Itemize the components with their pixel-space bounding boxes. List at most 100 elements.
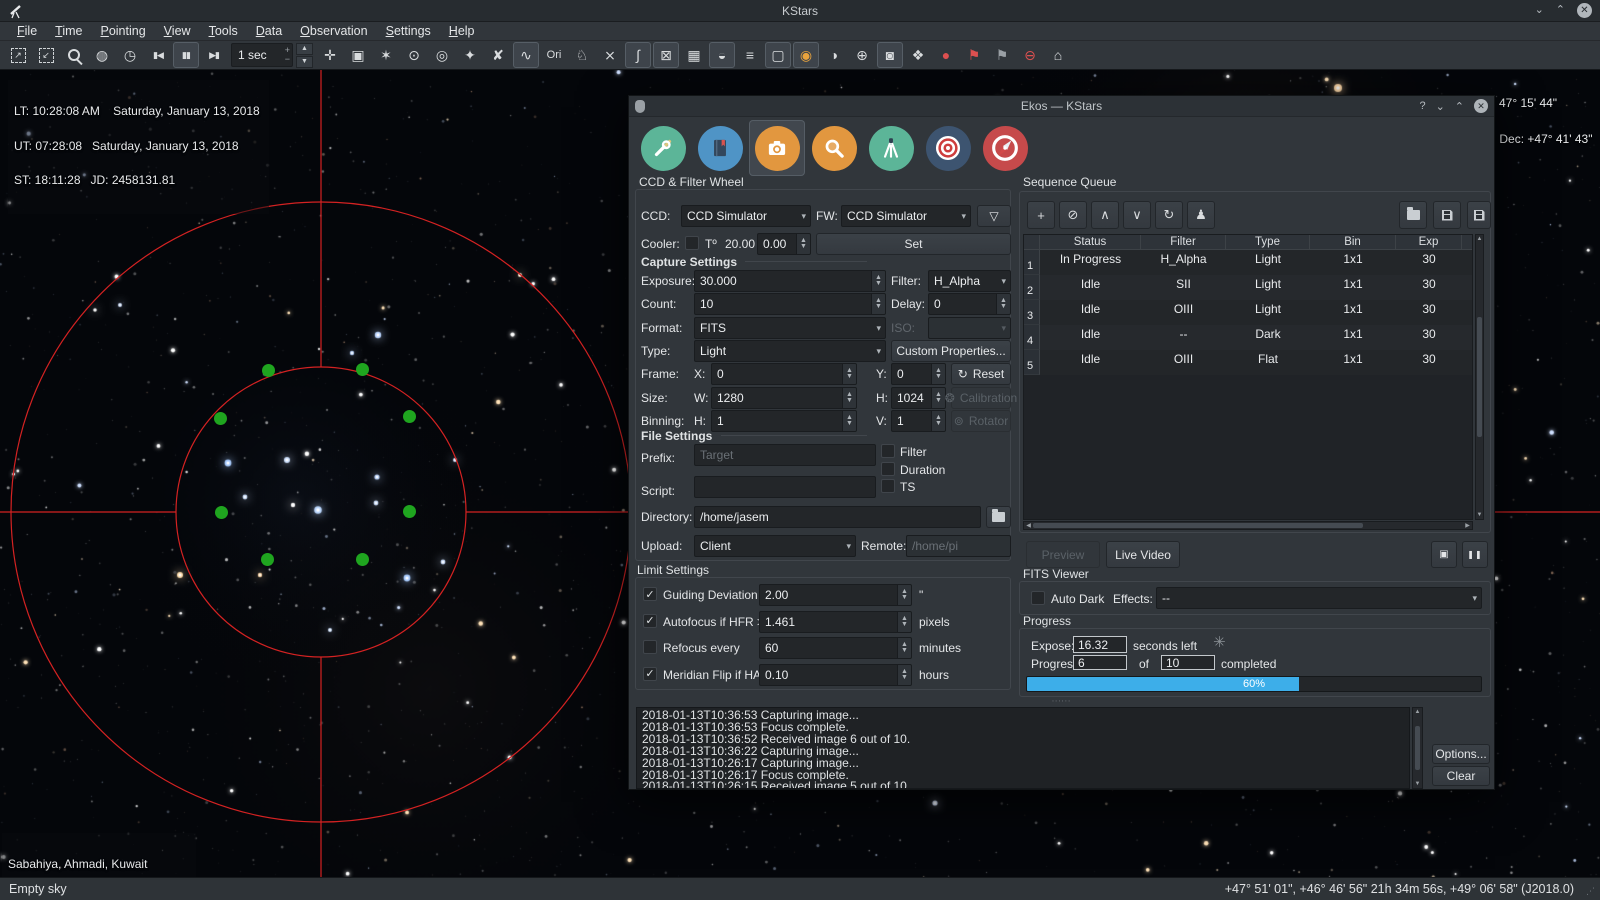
menu-data[interactable]: Data bbox=[247, 22, 291, 40]
limit-0-input[interactable]: 2.00▲▼ bbox=[759, 584, 912, 606]
zoom-out-icon[interactable]: ↙ bbox=[33, 42, 59, 68]
reset-queue-button[interactable]: ↻ bbox=[1155, 201, 1183, 229]
filter-manager-button[interactable]: ▽ bbox=[977, 205, 1011, 227]
sky-image-icon[interactable]: ▣ bbox=[345, 42, 371, 68]
equatorial-grid-icon[interactable]: ⊠ bbox=[653, 42, 679, 68]
time-step-forward-icon[interactable]: ▶▮ bbox=[201, 42, 227, 68]
tab-focus[interactable] bbox=[806, 120, 862, 176]
suffix-ts-checkbox[interactable] bbox=[881, 479, 895, 493]
menu-file[interactable]: File bbox=[8, 22, 46, 40]
constellation-art-icon[interactable]: ♘ bbox=[569, 42, 595, 68]
resize-grip[interactable]: ⋰ bbox=[1586, 886, 1596, 897]
browse-directory-button[interactable] bbox=[986, 506, 1011, 528]
bright-stars-icon[interactable]: ✦ bbox=[457, 42, 483, 68]
sky-map[interactable]: LT: 10:28:08 AM Saturday, January 13, 20… bbox=[0, 70, 1600, 877]
suffix-duration-checkbox[interactable] bbox=[881, 462, 895, 476]
moon-phase-icon[interactable]: ◑ bbox=[821, 42, 847, 68]
click-object-icon[interactable]: ▢ bbox=[765, 42, 791, 68]
time-step-input[interactable]: 1 sec +− bbox=[231, 43, 293, 67]
supernovae-icon[interactable]: ◎ bbox=[429, 42, 455, 68]
temperature-setpoint[interactable]: 0.00▲▼ bbox=[757, 233, 811, 255]
limit-1-checkbox[interactable]: ✓ bbox=[643, 614, 657, 628]
cooler-checkbox[interactable] bbox=[685, 236, 699, 250]
menu-tools[interactable]: Tools bbox=[200, 22, 247, 40]
save-sequence-as-button[interactable] bbox=[1467, 201, 1491, 229]
size-w-input[interactable]: 1280▲▼ bbox=[711, 387, 857, 409]
tab-setup[interactable] bbox=[635, 120, 691, 176]
sequence-row-2[interactable]: 2IdleSIILight1x130 bbox=[1024, 275, 1472, 300]
exposure-input[interactable]: 30.000▲▼ bbox=[694, 270, 886, 292]
stop-button[interactable]: ▣ bbox=[1431, 541, 1457, 568]
binning-h-input[interactable]: 1▲▼ bbox=[711, 410, 857, 432]
lock-position-icon[interactable]: ◙ bbox=[877, 42, 903, 68]
time-pause-icon[interactable]: ▮▮ bbox=[173, 42, 199, 68]
custom-properties-button[interactable]: Custom Properties... bbox=[891, 340, 1011, 362]
pointing-focus-icon[interactable]: ✛ bbox=[317, 42, 343, 68]
horizon-icon[interactable]: ◒ bbox=[709, 42, 735, 68]
sequence-table-hscrollbar[interactable]: ◀▶ bbox=[1023, 521, 1473, 530]
ekos-help-button[interactable]: ? bbox=[1419, 100, 1425, 112]
menu-help[interactable]: Help bbox=[440, 22, 484, 40]
menu-time[interactable]: Time bbox=[46, 22, 91, 40]
upload-select[interactable]: Client▾ bbox=[694, 535, 856, 557]
limit-3-checkbox[interactable]: ✓ bbox=[643, 667, 657, 681]
remove-job-button[interactable]: ⊘ bbox=[1059, 201, 1087, 229]
find-object-icon[interactable] bbox=[61, 42, 87, 68]
close-button[interactable]: ✕ bbox=[1577, 3, 1592, 18]
log-view[interactable]: 2018-01-13T10:36:53 Capturing image...20… bbox=[636, 707, 1410, 789]
limit-1-input[interactable]: 1.461▲▼ bbox=[759, 611, 912, 633]
ekos-maximize-button[interactable]: ⌃ bbox=[1455, 100, 1464, 113]
count-input[interactable]: 10▲▼ bbox=[694, 293, 886, 315]
options-button[interactable]: Options... bbox=[1432, 744, 1490, 764]
set-temperature-button[interactable]: Set bbox=[816, 233, 1011, 255]
tab-align[interactable] bbox=[977, 120, 1033, 176]
menu-settings[interactable]: Settings bbox=[377, 22, 440, 40]
delay-input[interactable]: 0▲▼ bbox=[928, 293, 1011, 315]
menu-pointing[interactable]: Pointing bbox=[91, 22, 154, 40]
constellation-art-off-icon[interactable]: ⨯ bbox=[597, 42, 623, 68]
geolocation-icon[interactable]: ◍ bbox=[89, 42, 115, 68]
save-sequence-button[interactable] bbox=[1433, 201, 1461, 229]
limit-3-input[interactable]: 0.10▲▼ bbox=[759, 664, 912, 686]
sequence-row-5[interactable]: 5IdleOIIIFlat1x130 bbox=[1024, 350, 1472, 375]
record-icon[interactable]: ● bbox=[933, 42, 959, 68]
sequence-table-scrollbar[interactable]: ▲▼ bbox=[1475, 234, 1484, 520]
tab-scheduler[interactable] bbox=[692, 120, 748, 176]
ccd-select[interactable]: CCD Simulator▾ bbox=[681, 205, 811, 227]
limit-2-input[interactable]: 60▲▼ bbox=[759, 637, 912, 659]
splitter-handle[interactable]: ∙∙∙∙∙∙ bbox=[629, 696, 1494, 705]
ekos-minimize-button[interactable]: ⌄ bbox=[1436, 100, 1445, 113]
sequence-table[interactable]: Status Filter Type Bin Exp 1In ProgressH… bbox=[1023, 234, 1473, 520]
suffix-filter-checkbox[interactable] bbox=[881, 444, 895, 458]
sequence-row-4[interactable]: 4Idle--Dark1x130 bbox=[1024, 325, 1472, 350]
set-time-icon[interactable]: ◷ bbox=[117, 42, 143, 68]
time-step-spin[interactable]: +− bbox=[285, 46, 290, 64]
telescope-target-icon[interactable]: ⊕ bbox=[849, 42, 875, 68]
format-select[interactable]: FITS▾ bbox=[694, 317, 886, 339]
observer-button[interactable]: ♟ bbox=[1187, 201, 1215, 229]
directory-input[interactable]: /home/jasem bbox=[694, 506, 981, 528]
satellites-off-icon[interactable]: ✘ bbox=[485, 42, 511, 68]
tab-capture[interactable] bbox=[749, 120, 805, 176]
sky-wizard-icon[interactable]: ◉ bbox=[793, 42, 819, 68]
menu-observation[interactable]: Observation bbox=[291, 22, 376, 40]
type-select[interactable]: Light▾ bbox=[694, 340, 886, 362]
tab-mount[interactable] bbox=[863, 120, 919, 176]
whats-interesting-icon[interactable]: ≡ bbox=[737, 42, 763, 68]
horizontal-grid-icon[interactable]: ▦ bbox=[681, 42, 707, 68]
frame-x-input[interactable]: 0▲▼ bbox=[711, 363, 857, 385]
time-unit-down-button[interactable]: ▼ bbox=[296, 56, 313, 68]
prefix-input[interactable]: Target bbox=[694, 444, 876, 466]
deep-sky-objects-icon[interactable]: ⊙ bbox=[401, 42, 427, 68]
show-stars-icon[interactable]: ✶ bbox=[373, 42, 399, 68]
move-job-down-button[interactable]: ∨ bbox=[1123, 201, 1151, 229]
maximize-button[interactable]: ⌃ bbox=[1556, 3, 1565, 18]
constellation-names-icon[interactable]: Ori bbox=[541, 42, 567, 68]
move-job-up-button[interactable]: ∧ bbox=[1091, 201, 1119, 229]
limit-0-checkbox[interactable]: ✓ bbox=[643, 587, 657, 601]
sequence-row-1[interactable]: 1In ProgressH_AlphaLight1x130 bbox=[1024, 250, 1472, 275]
effects-select[interactable]: --▾ bbox=[1156, 587, 1482, 609]
pause-button[interactable]: ❚❚ bbox=[1462, 541, 1488, 568]
milky-way-icon[interactable]: ∫ bbox=[625, 42, 651, 68]
binning-v-input[interactable]: 1▲▼ bbox=[891, 410, 946, 432]
